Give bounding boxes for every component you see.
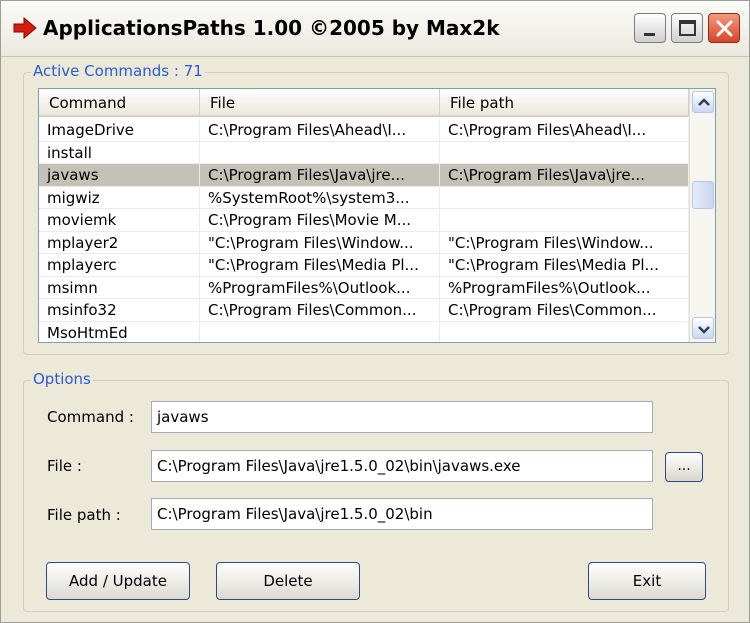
cell-file — [200, 321, 440, 342]
table-row[interactable]: mplayer2 "C:\Program Files\Window... "C:\P… — [39, 231, 689, 254]
cell-file: C:\Program Files\Java\jre... — [200, 164, 440, 187]
cell-command: mplayerc — [39, 254, 200, 277]
cell-file-path: "C:\Program Files\Window... — [440, 231, 689, 254]
cell-file-path: C:\Program Files\Ahead\I... — [440, 119, 689, 142]
cell-file: C:\Program Files\Common... — [200, 299, 440, 322]
close-icon — [716, 20, 733, 37]
active-commands-legend: Active Commands : 71 — [31, 62, 205, 80]
file-label: File : — [47, 457, 82, 475]
cell-command: MsoHtmEd — [39, 321, 200, 342]
list-header: Command File File path — [39, 89, 689, 117]
options-legend: Options — [31, 370, 93, 388]
table-row[interactable]: moviemk C:\Program Files\Movie M... — [39, 209, 689, 232]
minimize-icon — [644, 33, 655, 36]
cell-file: C:\Program Files\Movie M... — [200, 209, 440, 232]
window-title: ApplicationsPaths 1.00 ©2005 by Max2k — [43, 16, 500, 40]
table-row[interactable]: migwiz %SystemRoot%\system3... — [39, 186, 689, 209]
cell-command: moviemk — [39, 209, 200, 232]
commands-list[interactable]: Command File File path ImageDrive C:\Prog… — [38, 88, 716, 343]
cell-command: migwiz — [39, 186, 200, 209]
chevron-up-icon — [698, 98, 710, 106]
scroll-up-button[interactable] — [692, 91, 714, 113]
table-row[interactable]: mplayerc "C:\Program Files\Media Pl... "C:… — [39, 254, 689, 277]
cell-command: mplayer2 — [39, 231, 200, 254]
app-window: ApplicationsPaths 1.00 ©2005 by Max2k Ac… — [0, 0, 750, 623]
cell-file-path: "C:\Program Files\Media Pl... — [440, 254, 689, 277]
file-path-label: File path : — [47, 506, 121, 524]
scroll-down-button[interactable] — [692, 317, 714, 339]
cell-command: javaws — [39, 164, 200, 187]
list-body: ImageDrive C:\Program Files\Ahead\I... C:\… — [39, 119, 689, 342]
browse-button[interactable]: ... — [665, 452, 703, 482]
cell-file: "C:\Program Files\Window... — [200, 231, 440, 254]
chevron-down-icon — [698, 326, 710, 334]
scroll-thumb[interactable] — [692, 181, 714, 209]
file-input[interactable]: C:\Program Files\Java\jre1.5.0_02\bin\ja… — [151, 450, 653, 482]
list-scrollbar[interactable] — [689, 89, 715, 342]
cell-file: %ProgramFiles%\Outlook... — [200, 276, 440, 299]
file-path-input[interactable]: C:\Program Files\Java\jre1.5.0_02\bin — [151, 498, 653, 530]
column-header-command[interactable]: Command — [39, 89, 200, 117]
column-header-file-path[interactable]: File path — [440, 89, 689, 117]
column-header-file[interactable]: File — [200, 89, 440, 117]
cell-file-path: %ProgramFiles%\Outlook... — [440, 276, 689, 299]
cell-file-path — [440, 209, 689, 232]
table-row[interactable]: javaws C:\Program Files\Java\jre... C:\Pro… — [39, 164, 689, 187]
cell-command: msimn — [39, 276, 200, 299]
close-button[interactable] — [708, 13, 740, 43]
table-row[interactable]: msinfo32 C:\Program Files\Common... C:\Pro… — [39, 299, 689, 322]
cell-file: C:\Program Files\Ahead\I... — [200, 119, 440, 142]
table-row[interactable]: MsoHtmEd — [39, 321, 689, 342]
table-row[interactable]: msimn %ProgramFiles%\Outlook... %ProgramFi… — [39, 276, 689, 299]
cell-file: "C:\Program Files\Media Pl... — [200, 254, 440, 277]
maximize-button[interactable] — [671, 13, 703, 43]
cell-file-path — [440, 186, 689, 209]
table-row[interactable]: install — [39, 141, 689, 164]
add-update-button[interactable]: Add / Update — [46, 562, 190, 600]
minimize-button[interactable] — [634, 13, 666, 43]
maximize-icon — [679, 20, 696, 36]
command-input[interactable]: javaws — [151, 401, 653, 433]
cell-file — [200, 141, 440, 164]
title-bar[interactable]: ApplicationsPaths 1.00 ©2005 by Max2k — [1, 1, 749, 57]
cell-file-path — [440, 321, 689, 342]
cell-file-path: C:\Program Files\Java\jre... — [440, 164, 689, 187]
exit-button[interactable]: Exit — [588, 562, 706, 600]
delete-button[interactable]: Delete — [216, 562, 360, 600]
cell-command: install — [39, 141, 200, 164]
cell-file-path — [440, 141, 689, 164]
table-row[interactable]: ImageDrive C:\Program Files\Ahead\I... C:\… — [39, 119, 689, 142]
cell-command: msinfo32 — [39, 299, 200, 322]
cell-file-path: C:\Program Files\Common... — [440, 299, 689, 322]
cell-file: %SystemRoot%\system3... — [200, 186, 440, 209]
red-arrow-icon — [13, 17, 37, 39]
cell-command: ImageDrive — [39, 119, 200, 142]
command-label: Command : — [47, 408, 134, 426]
